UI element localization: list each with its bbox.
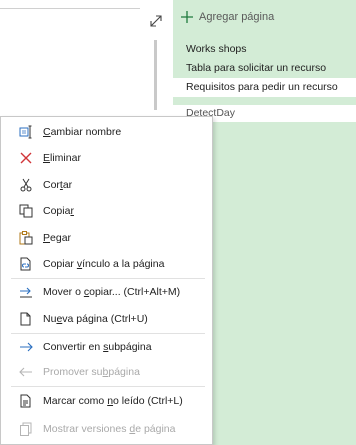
- page-item-tabla[interactable]: Tabla para solicitar un recurso: [173, 59, 356, 78]
- rename-icon: [19, 125, 32, 139]
- menu-item-rename[interactable]: Cambiar nombre: [1, 121, 212, 143]
- mark-unread-icon: [20, 394, 31, 408]
- paste-icon: [19, 231, 33, 245]
- menu-item-make-subpage[interactable]: Convertir en subpágina: [1, 336, 212, 358]
- menu-item-copy[interactable]: Copiar: [1, 200, 212, 222]
- menu-separator: [11, 333, 205, 334]
- copy-icon: [19, 204, 33, 218]
- menu-item-paste[interactable]: Pegar: [1, 227, 212, 249]
- page-versions-icon: [20, 422, 32, 436]
- link-page-icon: [20, 257, 31, 271]
- delete-x-icon: [20, 152, 32, 164]
- page-item-works-shops[interactable]: Works shops: [173, 40, 356, 59]
- menu-item-delete[interactable]: Eliminar: [1, 147, 212, 169]
- move-icon: [20, 287, 32, 298]
- divider: [0, 8, 140, 9]
- plus-icon: [181, 11, 193, 23]
- menu-item-cut[interactable]: Cortar: [1, 174, 212, 196]
- scissors-icon: [20, 178, 32, 192]
- expand-icon[interactable]: [149, 14, 163, 28]
- menu-item-promote: Promover subpágina: [1, 361, 212, 383]
- menu-item-new-page[interactable]: Nueva página (Ctrl+U): [1, 308, 212, 330]
- add-page-label: Agregar página: [199, 11, 275, 23]
- scrollbar[interactable]: [154, 40, 157, 110]
- arrow-left-icon: [19, 367, 32, 377]
- menu-item-move-copy[interactable]: Mover o copiar... (Ctrl+Alt+M): [1, 281, 212, 303]
- menu-item-mark-unread[interactable]: Marcar como no leído (Ctrl+L): [1, 390, 212, 412]
- new-page-icon: [20, 312, 31, 326]
- context-menu: Cambiar nombre Eliminar Cortar Copiar Pe…: [0, 116, 213, 445]
- page-list: Works shops Tabla para solicitar un recu…: [173, 40, 356, 97]
- menu-separator: [11, 278, 205, 279]
- menu-separator: [11, 386, 205, 387]
- page-item-requisitos[interactable]: Requisitos para pedir un recurso: [173, 78, 356, 97]
- arrow-right-icon: [20, 342, 33, 352]
- add-page-button[interactable]: Agregar página: [173, 4, 356, 30]
- menu-item-versions: Mostrar versiones de página: [1, 418, 212, 440]
- menu-item-copy-link[interactable]: Copiar vínculo a la página: [1, 253, 212, 275]
